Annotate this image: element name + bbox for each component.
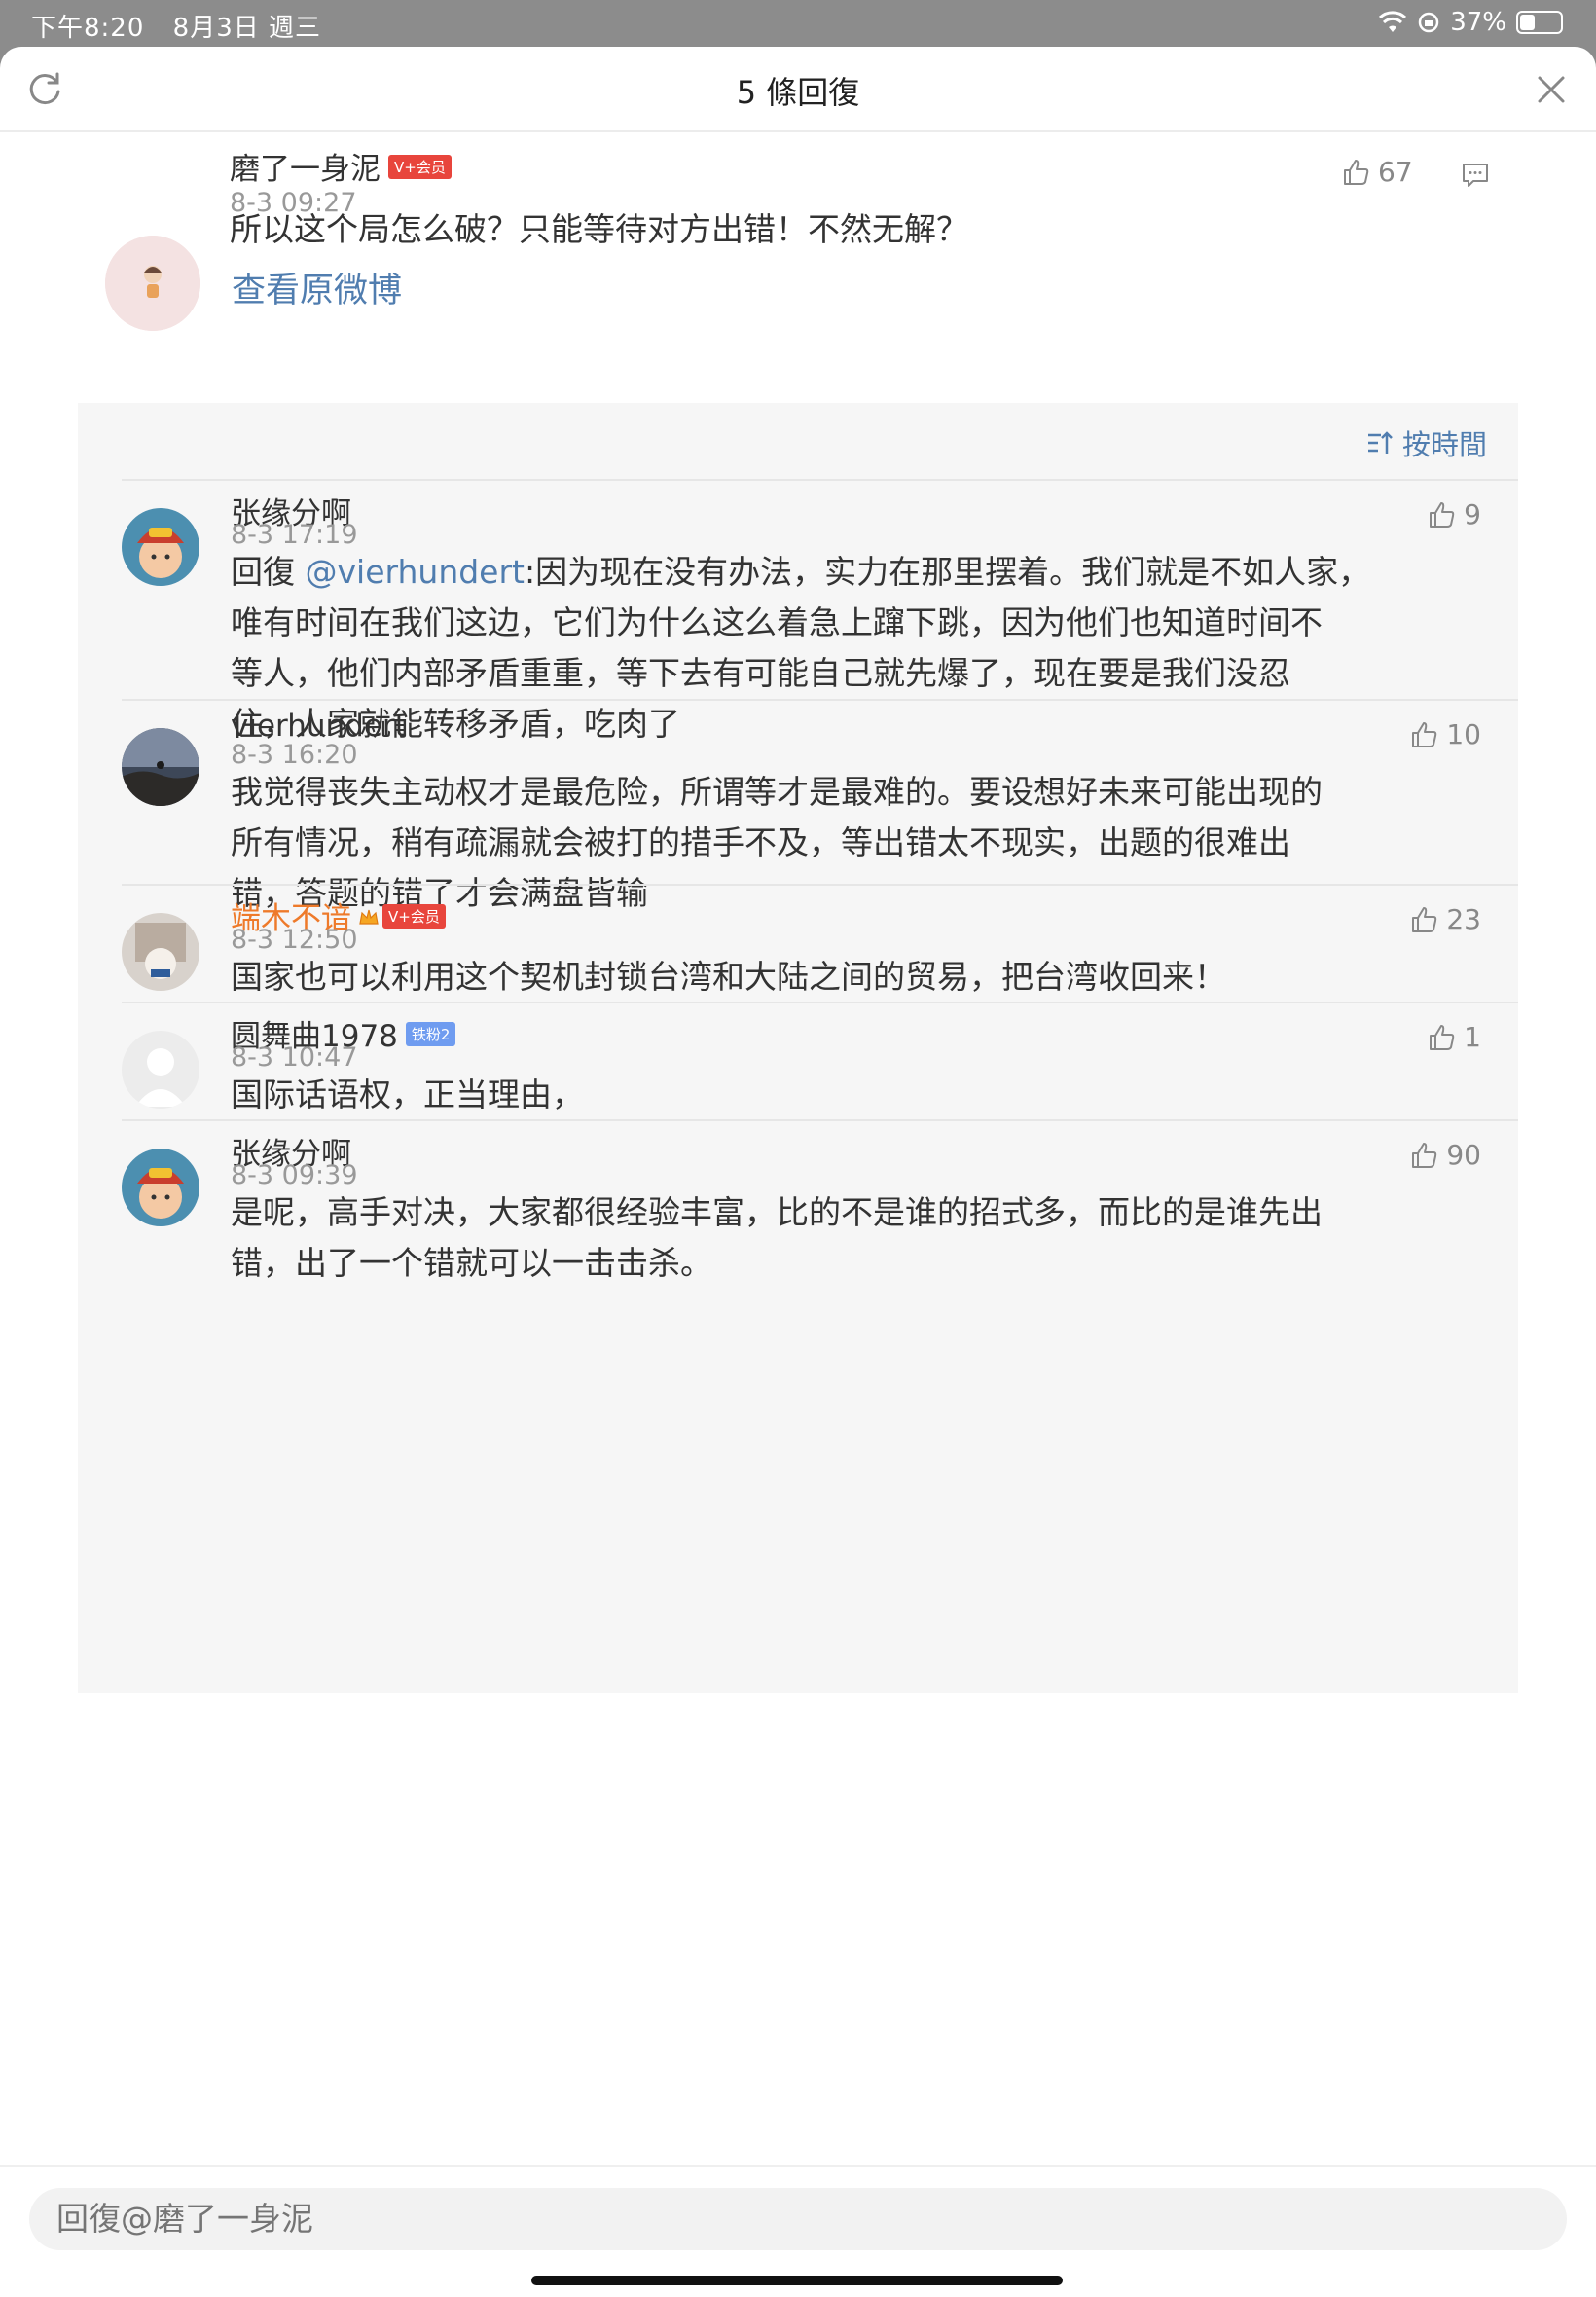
avatar[interactable]: [105, 236, 200, 331]
battery-percent: 37%: [1450, 8, 1506, 37]
comment-text: 所以这个局怎么破？只能等待对方出错！不然无解？: [230, 210, 968, 248]
reply-text-line: 错，出了一个错就可以一击击杀。: [231, 1244, 712, 1282]
vip-badge: V+会员: [382, 904, 446, 929]
divider: [122, 1119, 1518, 1121]
reply-bar: [0, 2165, 1596, 2297]
timestamp: 8-3 10:47: [231, 1042, 358, 1073]
reply-item: vierhundert 8-3 16:20 我觉得丧失主动权才是最危险，所谓等才…: [78, 699, 1518, 912]
reply-text: 国际话语权，正当理由，: [231, 1070, 1457, 1120]
like-button[interactable]: 67: [1341, 156, 1413, 188]
avatar[interactable]: [122, 1148, 200, 1226]
reply-text: 国家也可以利用这个契机封锁台湾和大陆之间的贸易，把台湾收回来！: [231, 952, 1457, 1003]
sheet-title: 5 條回復: [736, 74, 860, 111]
thumb-up-icon: [1430, 501, 1455, 528]
timestamp: 8-3 17:19: [231, 520, 358, 550]
comment-icon[interactable]: [1460, 160, 1491, 191]
like-count: 9: [1464, 498, 1481, 530]
avatar[interactable]: [122, 728, 200, 806]
reply-text-line: 我觉得丧失主动权才是最危险，所谓等才是最难的。要设想好未来可能出现的: [231, 773, 1323, 811]
view-original-link[interactable]: 查看原微博: [232, 263, 402, 312]
reply-text-line: 所有情况，稍有疏漏就会被打的措手不及，等出错太不现实，出题的很难出: [231, 823, 1290, 861]
like-count: 90: [1446, 1139, 1481, 1171]
fan-badge: 铁粉2: [405, 1022, 456, 1046]
sort-icon: [1367, 431, 1393, 454]
like-button[interactable]: 10: [1409, 718, 1481, 750]
reply-text-segment: :因为现在没有办法，实力在那里摆着。我们就是不如人家，: [525, 553, 1371, 591]
status-right: 37%: [1378, 8, 1563, 37]
replies-panel: 按時間 张缘分啊 8-3 17:19 回復 @vierhundert:因为现在没…: [78, 403, 1518, 1693]
reply-text-line: 是呢，高手对决，大家都很经验丰富，比的不是谁的招式多，而比的是谁先出: [231, 1193, 1323, 1231]
battery-fill: [1520, 15, 1535, 30]
thumb-up-icon: [1344, 159, 1369, 185]
like-button[interactable]: 90: [1409, 1139, 1481, 1171]
avatar[interactable]: [122, 1031, 200, 1109]
timestamp: 8-3 16:20: [231, 740, 358, 770]
reply-item: 张缘分啊 8-3 09:39 是呢，高手对决，大家都很经验丰富，比的不是谁的招式…: [78, 1119, 1518, 1294]
username[interactable]: 磨了一身泥 V+会员: [230, 144, 452, 188]
reply-prefix: 回復: [231, 553, 306, 591]
divider: [122, 699, 1518, 701]
crown-icon: [359, 909, 379, 925]
like-count: 1: [1464, 1021, 1481, 1053]
avatar[interactable]: [122, 508, 200, 586]
reply-text: 是呢，高手对决，大家都很经验丰富，比的不是谁的招式多，而比的是谁先出 错，出了一…: [231, 1187, 1457, 1289]
wifi-icon: [1379, 11, 1407, 32]
like-count: 23: [1446, 903, 1481, 935]
comment-sheet: 5 條回復 磨了一身泥 V+会员 8-3 09:27 所以这个局怎么破？只能等待对…: [0, 47, 1596, 2297]
like-button[interactable]: 9: [1427, 498, 1481, 530]
reply-text-line: 等人，他们内部矛盾重重，等下去有可能自己就先爆了，现在要是我们没忍: [231, 654, 1290, 692]
avatar[interactable]: [122, 913, 200, 991]
like-count: 67: [1378, 156, 1413, 188]
mention-link[interactable]: @vierhundert: [306, 553, 526, 591]
thumb-up-icon: [1430, 1024, 1455, 1050]
reply-text-line: 回復 @vierhundert:因为现在没有办法，实力在那里摆着。我们就是不如人…: [231, 547, 1457, 598]
timestamp: 8-3 12:50: [231, 925, 358, 955]
thumb-up-icon: [1412, 1142, 1437, 1168]
divider: [122, 884, 1518, 886]
sort-by-time-button[interactable]: 按時間: [1365, 422, 1487, 463]
sort-label: 按時間: [1401, 428, 1487, 461]
like-count: 10: [1446, 718, 1481, 750]
reply-item: 张缘分啊 8-3 17:19 回復 @vierhundert:因为现在没有办法，…: [78, 479, 1518, 743]
reply-input[interactable]: [29, 2188, 1567, 2250]
reply-text-line: 唯有时间在我们这边，它们为什么这么着急上蹿下跳，因为他们也知道时间不: [231, 603, 1323, 641]
like-button[interactable]: 23: [1409, 903, 1481, 935]
timestamp: 8-3 09:39: [231, 1160, 358, 1190]
reply-item: 端木不谙 V+会员 8-3 12:50 国家也可以利用这个契机封锁台湾和大陆之间…: [78, 884, 1518, 1002]
home-indicator: [531, 2276, 1063, 2285]
reply-item: 圆舞曲1978 铁粉2 8-3 10:47 国际话语权，正当理由， 1: [78, 1002, 1518, 1119]
status-bar: 下午8:20 8月3日 週三 37%: [0, 0, 1596, 45]
vip-badge: V+会员: [388, 155, 452, 179]
reply-text-line: 国家也可以利用这个契机封锁台湾和大陆之间的贸易，把台湾收回来！: [231, 958, 1226, 996]
username[interactable]: vierhundert: [231, 709, 407, 744]
status-time: 下午8:20: [31, 14, 145, 43]
root-comment: 磨了一身泥 V+会员 8-3 09:27 所以这个局怎么破？只能等待对方出错！不然…: [0, 132, 1596, 446]
username-text[interactable]: 磨了一身泥: [230, 152, 381, 187]
like-button[interactable]: 1: [1427, 1021, 1481, 1053]
divider: [122, 1002, 1518, 1003]
thumb-up-icon: [1412, 721, 1437, 747]
close-icon[interactable]: [1530, 68, 1573, 111]
sheet-header: 5 條回復: [0, 47, 1596, 132]
orientation-lock-icon: [1418, 12, 1439, 33]
battery-icon: [1516, 11, 1563, 34]
status-date: 8月3日 週三: [172, 14, 322, 43]
thumb-up-icon: [1412, 906, 1437, 932]
reply-text-line: 国际话语权，正当理由，: [231, 1076, 584, 1113]
divider: [122, 479, 1518, 481]
status-left: 下午8:20 8月3日 週三: [31, 8, 341, 44]
